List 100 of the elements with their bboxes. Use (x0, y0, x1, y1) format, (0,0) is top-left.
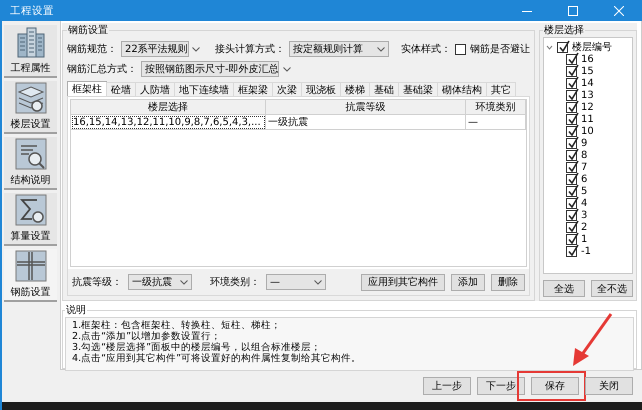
note-text: 1.框架柱：包含框架柱、转换柱、短柱、梯柱； (72, 320, 282, 331)
checkbox[interactable] (557, 42, 568, 52)
chevron-down-icon (377, 46, 385, 52)
group-title: 钢筋设置 (67, 24, 109, 37)
window-title: 工程设置 (10, 4, 55, 18)
action-button[interactable]: 删除 (491, 274, 525, 290)
chevron-down-icon (282, 66, 291, 72)
sidebar-item[interactable]: 结构说明 (4, 137, 57, 190)
chevron-down-icon (314, 280, 322, 284)
sidebar-item[interactable]: 钢筋设置 (4, 249, 57, 302)
tab[interactable]: 框架柱 (67, 81, 107, 96)
checkbox[interactable] (566, 102, 577, 112)
field-label: 实体样式： (401, 42, 451, 56)
tree-item[interactable]: 11 (581, 114, 594, 124)
checkbox[interactable] (566, 66, 577, 76)
checkbox[interactable] (566, 246, 577, 256)
close-icon[interactable] (614, 6, 624, 16)
tree-item[interactable]: 14 (581, 78, 594, 88)
tree-item[interactable]: 7 (581, 162, 588, 172)
checkbox[interactable] (566, 222, 577, 232)
tree-item[interactable]: 10 (581, 126, 594, 136)
tab[interactable]: 楼梯 (340, 82, 370, 96)
tree-item[interactable]: 16 (581, 54, 594, 64)
checkbox[interactable] (566, 138, 577, 148)
tree-item[interactable]: 9 (581, 138, 588, 148)
maximize-icon[interactable] (568, 6, 578, 16)
tree-item[interactable]: -1 (581, 246, 591, 256)
dialog-button[interactable]: 下一步 (477, 377, 525, 395)
checkbox[interactable] (566, 234, 577, 244)
field-label: 环境类别： (210, 276, 260, 289)
checkbox[interactable] (566, 90, 577, 100)
tree-item[interactable]: 2 (581, 222, 588, 232)
tree-item[interactable]: 8 (581, 150, 588, 160)
sidebar-item[interactable]: 工程属性 (4, 25, 57, 78)
tab[interactable]: 其它 (486, 82, 516, 96)
tab[interactable]: 砼墙 (106, 82, 136, 96)
table-cell[interactable]: 16,15,14,13,12,11,10,9,8,7,6,5,4,3,... (71, 115, 266, 130)
action-button[interactable]: 全不选 (591, 280, 633, 297)
checkbox[interactable] (566, 150, 577, 160)
tree-item[interactable]: 3 (581, 210, 588, 220)
tab[interactable]: 地下连续墙 (174, 82, 234, 96)
sidebar-item[interactable]: 楼层设置 (4, 81, 57, 134)
dropdown[interactable]: 按定额规则计算 (289, 41, 389, 57)
note-text: 3.勾选“楼层选择”面板中的楼层编号，以组合标准楼层； (72, 342, 322, 353)
tree-item[interactable]: 12 (581, 102, 594, 112)
checkbox[interactable] (566, 186, 577, 196)
table-cell[interactable]: 一级抗震 (266, 115, 466, 130)
sigma-icon (14, 194, 46, 226)
caret-down-icon[interactable] (546, 44, 553, 50)
tree-item[interactable]: 5 (581, 186, 588, 196)
action-button[interactable]: 添加 (451, 274, 485, 290)
note-text: 4.点击“应用到其它构件”可将设置好的构件属性复制给其它构件。 (72, 353, 362, 364)
tab[interactable]: 次梁 (272, 82, 302, 96)
column-header: 抗震等级 (266, 100, 466, 115)
tree-item[interactable]: 15 (581, 66, 594, 76)
dropdown[interactable]: — (266, 274, 326, 290)
chevron-down-icon (192, 46, 200, 52)
tab[interactable]: 砌体结构 (437, 82, 487, 96)
tree-item[interactable]: 楼层编号 (572, 40, 612, 54)
checkbox[interactable] (566, 114, 577, 124)
action-button[interactable]: 应用到其它构件 (361, 274, 445, 290)
tab[interactable]: 基础 (369, 82, 399, 96)
dialog-button[interactable]: 上一步 (423, 377, 471, 395)
building-icon (16, 26, 46, 58)
checkbox[interactable] (566, 174, 577, 184)
tree-item[interactable]: 4 (581, 198, 588, 208)
document-icon (14, 138, 46, 170)
column-header: 环境类别 (466, 100, 526, 115)
grid-icon (14, 250, 46, 282)
column-header: 楼层选择 (71, 100, 266, 115)
note-text: 2.点击“添加”以增加参数设置行； (72, 331, 222, 342)
table-cell[interactable]: — (466, 115, 526, 130)
field-label: 钢筋规范： (67, 42, 117, 56)
tab[interactable]: 基础梁 (398, 82, 438, 96)
checkbox[interactable] (566, 54, 577, 64)
checkbox[interactable] (566, 78, 577, 88)
tab[interactable]: 现浇板 (301, 82, 341, 96)
group-title: 楼层选择 (543, 24, 585, 37)
group-title: 说明 (65, 304, 87, 317)
action-button[interactable]: 全选 (543, 280, 585, 297)
dialog-button[interactable]: 保存 (531, 377, 579, 395)
tree-item[interactable]: 13 (581, 90, 594, 100)
checkbox[interactable] (566, 126, 577, 136)
field-label: 接头计算方式： (215, 42, 285, 56)
checkbox-label: 钢筋是否避让 (470, 42, 530, 56)
checkbox[interactable] (566, 162, 577, 172)
layers-icon (14, 82, 46, 114)
field-label: 钢筋汇总方式： (67, 62, 137, 76)
tab[interactable]: 框架梁 (233, 82, 273, 96)
chevron-down-icon (180, 280, 188, 284)
sidebar-item[interactable]: 算量设置 (4, 193, 57, 246)
tab[interactable]: 人防墙 (135, 82, 175, 96)
tree-item[interactable]: 1 (581, 234, 588, 244)
checkbox[interactable] (566, 198, 577, 208)
dialog-button[interactable]: 关闭 (585, 377, 633, 395)
checkbox[interactable] (455, 44, 466, 54)
annotation-arrow (573, 313, 612, 366)
tree-item[interactable]: 6 (581, 174, 588, 184)
checkbox[interactable] (566, 210, 577, 220)
dropdown[interactable]: 一级抗震 (128, 274, 192, 290)
